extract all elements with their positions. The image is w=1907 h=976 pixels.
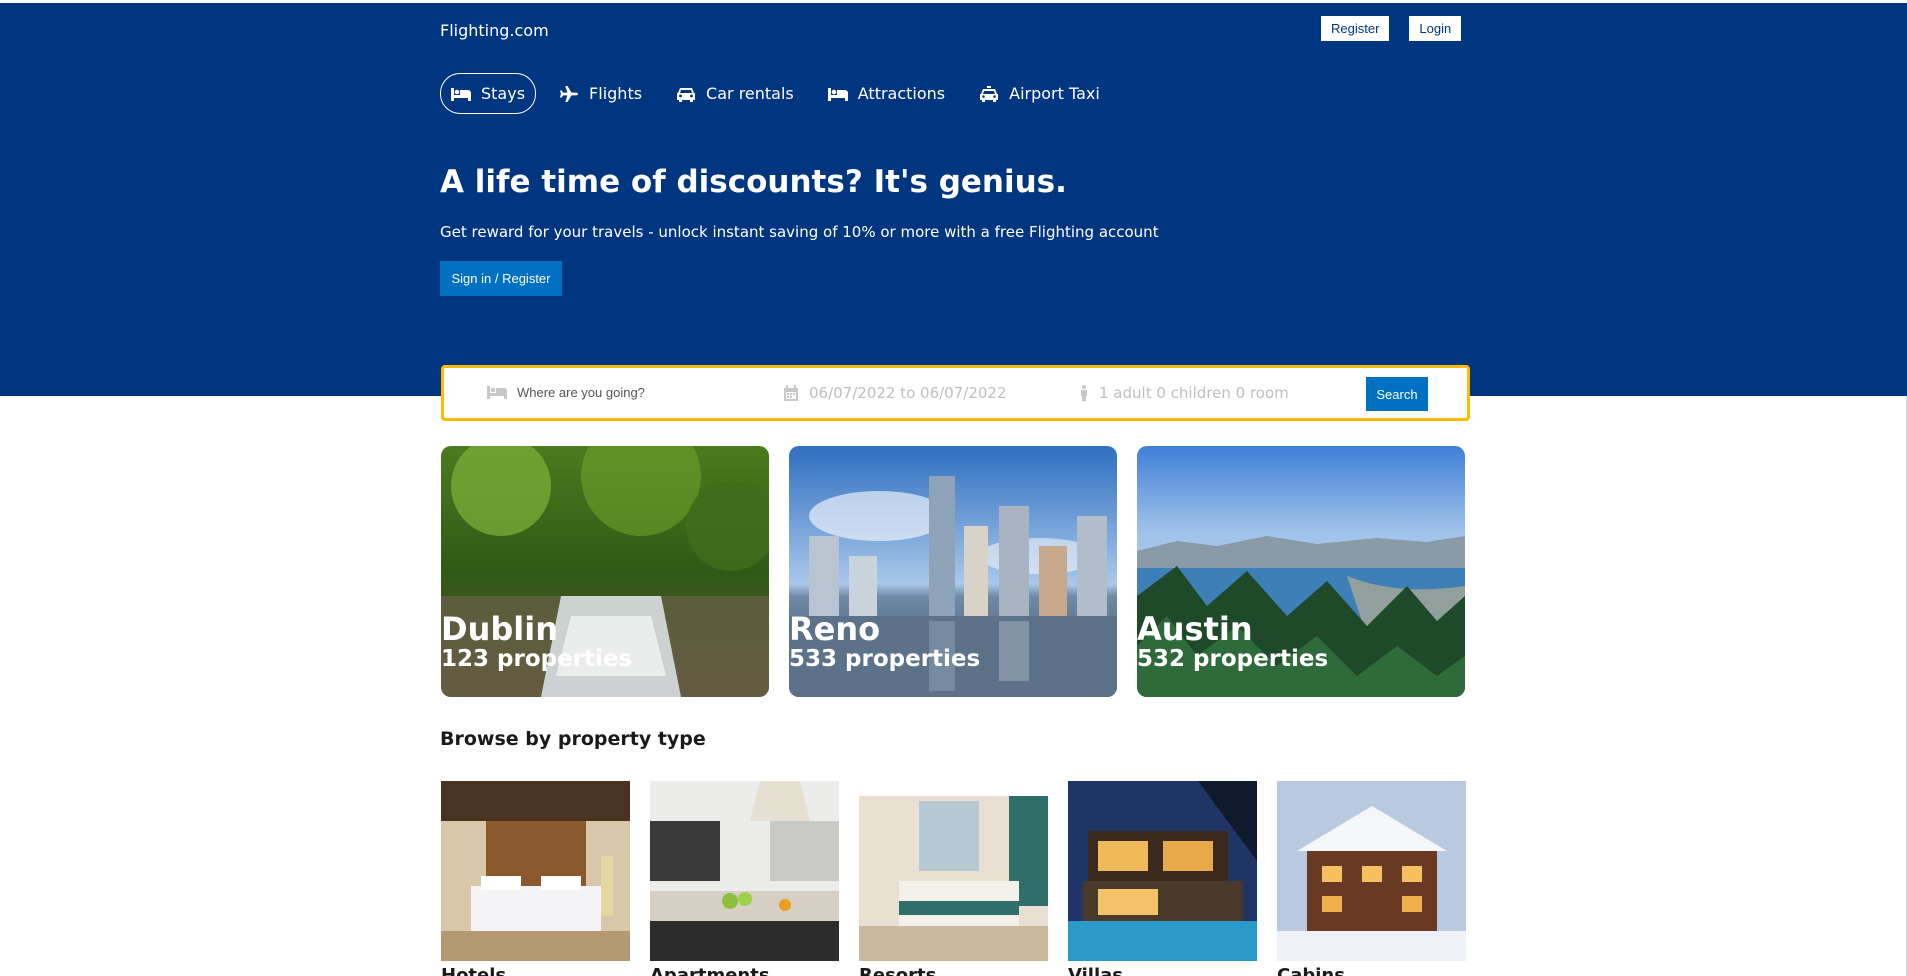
property-type-villas[interactable]: Villas [1068, 781, 1257, 976]
property-count: 123 properties [441, 646, 633, 672]
resort-room-image [859, 781, 1048, 961]
login-button[interactable]: Login [1409, 16, 1462, 41]
property-type-hotels[interactable]: Hotels [441, 781, 630, 976]
kitchen-image [650, 781, 839, 961]
person-icon [1081, 385, 1087, 401]
property-type-list: Hotels Apartments Resorts Villas Cabins [441, 781, 1466, 976]
hotel-room-image [441, 781, 630, 961]
property-type-label: Cabins [1277, 965, 1345, 976]
city-name: Reno [789, 610, 881, 648]
sign-in-register-button[interactable]: Sign in / Register [440, 261, 562, 296]
tab-label: Airport Taxi [1009, 84, 1100, 103]
bed-icon [487, 386, 507, 399]
featured-cities: Dublin 123 properties Reno 533 propertie… [441, 446, 1465, 697]
tab-airport-taxi[interactable]: Airport Taxi [968, 73, 1111, 114]
destination-field[interactable] [487, 384, 737, 400]
villa-night-image [1068, 781, 1257, 961]
register-button[interactable]: Register [1321, 16, 1390, 41]
category-tabs: Stays Flights Car rentals Attractions Ai… [440, 73, 1111, 114]
tab-car-rentals[interactable]: Car rentals [665, 73, 805, 114]
city-card-reno[interactable]: Reno 533 properties [789, 446, 1117, 697]
bed-icon [827, 87, 848, 101]
property-type-apartments[interactable]: Apartments [650, 781, 839, 976]
browse-section-title: Browse by property type [440, 728, 706, 750]
property-type-label: Apartments [650, 965, 770, 976]
property-type-cabins[interactable]: Cabins [1277, 781, 1466, 976]
tab-label: Stays [481, 84, 526, 103]
bed-icon [451, 87, 471, 101]
guests-text: 1 adult 0 children 0 room [1099, 384, 1289, 402]
destination-input[interactable] [517, 384, 737, 400]
guests-field[interactable]: 1 adult 0 children 0 room [1079, 384, 1289, 402]
tab-label: Car rentals [706, 84, 794, 103]
taxi-icon [980, 85, 999, 102]
search-button[interactable]: Search [1366, 377, 1428, 411]
date-field[interactable]: 06/07/2022 to 06/07/2022 [783, 384, 1007, 402]
tab-stays[interactable]: Stays [440, 73, 537, 114]
property-type-label: Villas [1068, 965, 1123, 976]
city-card-austin[interactable]: Austin 532 properties [1137, 446, 1465, 697]
tab-attractions[interactable]: Attractions [817, 73, 956, 114]
date-range-text: 06/07/2022 to 06/07/2022 [809, 384, 1007, 402]
cabin-snow-image [1277, 781, 1466, 961]
search-bar: 06/07/2022 to 06/07/2022 1 adult 0 child… [441, 365, 1470, 421]
car-icon [677, 87, 696, 102]
property-type-resorts[interactable]: Resorts [859, 781, 1048, 976]
property-count: 532 properties [1137, 646, 1329, 672]
hero-headline: A life time of discounts? It's genius. [440, 164, 1067, 200]
calendar-icon [784, 385, 798, 401]
property-type-label: Hotels [441, 965, 507, 976]
nav-actions: Register Login [1321, 16, 1462, 41]
tab-flights[interactable]: Flights [548, 73, 653, 114]
property-count: 533 properties [789, 646, 981, 672]
property-type-label: Resorts [859, 965, 937, 976]
tab-label: Attractions [857, 84, 946, 103]
city-card-dublin[interactable]: Dublin 123 properties [441, 446, 769, 697]
tab-label: Flights [589, 84, 643, 103]
hero-subline: Get reward for your travels - unlock ins… [440, 223, 1159, 241]
city-name: Dublin [441, 610, 558, 648]
site-logo[interactable]: Flighting.com [440, 21, 549, 40]
city-name: Austin [1137, 610, 1253, 648]
plane-icon [560, 85, 579, 102]
